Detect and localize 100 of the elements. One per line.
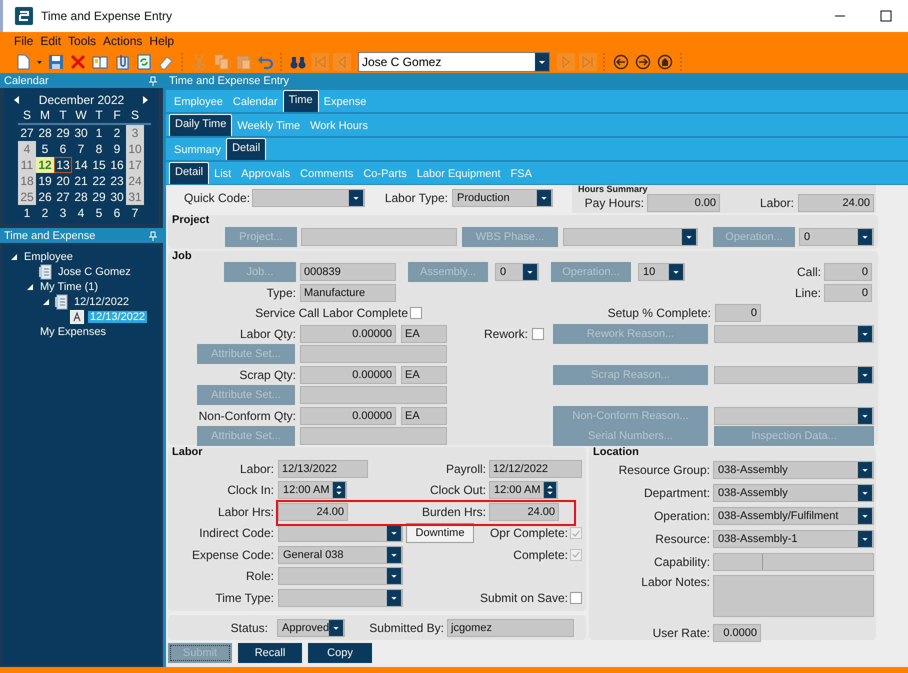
menu-item[interactable]: Edit [40,34,62,48]
dropdown[interactable]: 038-Assembly [713,484,874,502]
calendar-day[interactable]: 21 [72,173,90,189]
calendar-day[interactable]: 25 [18,189,36,205]
calendar-day[interactable]: 2 [36,205,54,221]
calendar-day[interactable]: 1 [18,205,36,221]
calendar-day[interactable]: 17 [126,157,144,173]
text-field[interactable]: 0.00000 [300,406,396,425]
back-icon[interactable] [612,52,630,70]
checkbox[interactable] [570,592,582,604]
text-field[interactable]: 0.00000 [300,324,396,343]
tree-item[interactable]: Jose C Gomez [56,266,133,278]
calendar-day[interactable]: 14 [72,157,90,173]
spinner-icon[interactable] [332,482,346,498]
text-field[interactable]: jcgomez [447,618,574,636]
calendar-day[interactable]: 5 [36,141,54,157]
tree-item[interactable]: My Time (1) [38,280,100,292]
dropdown[interactable] [714,324,874,343]
calendar-day[interactable]: 11 [18,157,36,173]
tab[interactable]: Time [282,90,319,112]
calendar-day[interactable]: 1 [90,125,108,141]
calendar-day[interactable]: 4 [18,141,36,157]
dropdown[interactable] [714,366,874,384]
text-field[interactable]: 0.0000 [713,624,761,642]
text-field[interactable]: 12/13/2022 [278,460,368,478]
text-field[interactable]: 24.00 [278,502,348,521]
pin-icon[interactable] [149,76,157,86]
menu-item[interactable]: Tools [68,34,96,48]
calendar-day[interactable]: 19 [36,173,54,189]
text-field[interactable]: 0.00000 [300,366,396,384]
calendar-day[interactable]: 6 [54,141,72,157]
action-button[interactable]: Copy [308,643,372,663]
calendar-day[interactable]: 22 [90,173,108,189]
maximize-icon[interactable] [880,10,892,22]
action-button[interactable]: Recall [238,643,302,663]
calendar-day[interactable]: 10 [126,141,144,157]
spinner-icon[interactable] [543,482,557,498]
dropdown[interactable]: 10 [638,263,685,282]
tree-item[interactable]: My Expenses [38,326,108,338]
calendar-day[interactable]: 30 [108,189,126,205]
text-field[interactable] [301,228,457,246]
text-field[interactable]: 000839 [300,263,396,282]
calendar-day[interactable]: 28 [36,125,54,141]
menu-item[interactable]: Actions [103,34,142,48]
calendar-day[interactable]: 24 [126,173,144,189]
calendar-day[interactable]: 9 [108,141,126,157]
dropdown[interactable] [252,189,365,207]
form-button[interactable]: Downtime [406,523,474,544]
dropdown[interactable]: 038-Assembly [713,460,874,478]
calendar-day[interactable]: 13 [54,157,72,173]
dropdown[interactable] [278,588,403,607]
employee-dropdown[interactable]: Jose C Gomez [358,52,550,72]
calendar-day[interactable]: 31 [126,189,144,205]
text-field[interactable] [300,427,447,446]
calendar-day[interactable]: 12 [36,157,54,173]
calendar-day[interactable]: 15 [90,157,108,173]
calendar-day[interactable]: 23 [108,173,126,189]
calendar-day[interactable]: 27 [54,189,72,205]
calendar-day[interactable]: 28 [72,189,90,205]
text-field[interactable]: EA [401,406,447,425]
calendar-day[interactable]: 3 [54,205,72,221]
time-field[interactable]: 12:00 AM [489,481,558,500]
dropdown[interactable] [714,406,874,425]
calendar-day[interactable]: 27 [18,125,36,141]
text-field[interactable]: EA [401,366,447,384]
text-field[interactable]: Manufacture [300,284,396,302]
tab[interactable]: Daily Time [169,114,232,136]
dropdown[interactable]: 038-Assembly/Fulfilment [713,506,874,524]
calendar-day[interactable]: 4 [72,205,90,221]
calendar-day[interactable]: 3 [126,125,144,141]
calendar-day[interactable]: 30 [72,125,90,141]
calendar-day[interactable]: 18 [18,173,36,189]
text-field[interactable]: 24.00 [489,502,559,521]
dropdown[interactable] [278,567,403,586]
notes-field[interactable] [713,575,874,617]
pin-icon[interactable] [149,230,157,240]
calendar-day[interactable]: 6 [108,205,126,221]
calendar-day[interactable]: 26 [36,189,54,205]
calendar-day[interactable]: 5 [90,205,108,221]
next-month-icon[interactable] [142,96,149,104]
calendar-day[interactable]: 29 [90,189,108,205]
text-field[interactable]: 24.00 [798,194,874,212]
expand-arrow-icon[interactable] [26,282,34,290]
save-icon[interactable] [47,52,65,70]
forward-icon[interactable] [634,52,652,70]
time-field[interactable]: 12:00 AM [278,481,347,500]
text-field[interactable]: 0 [824,284,872,302]
text-field[interactable]: 12/12/2022 [489,460,582,478]
dropdown[interactable]: Production [452,189,553,207]
text-field[interactable]: 0 [715,304,761,322]
capability-field[interactable] [713,552,874,570]
dropdown[interactable] [563,228,698,246]
refresh-icon[interactable] [135,52,153,70]
calendar-day[interactable]: 8 [90,141,108,157]
dropdown[interactable]: 0 [495,263,539,282]
calendar-day[interactable]: 29 [54,125,72,141]
text-field[interactable]: EA [401,324,447,343]
dropdown[interactable]: Approved [277,618,345,636]
tree-item[interactable]: Employee [22,250,75,262]
tree-item[interactable]: 12/12/2022 [72,296,132,308]
